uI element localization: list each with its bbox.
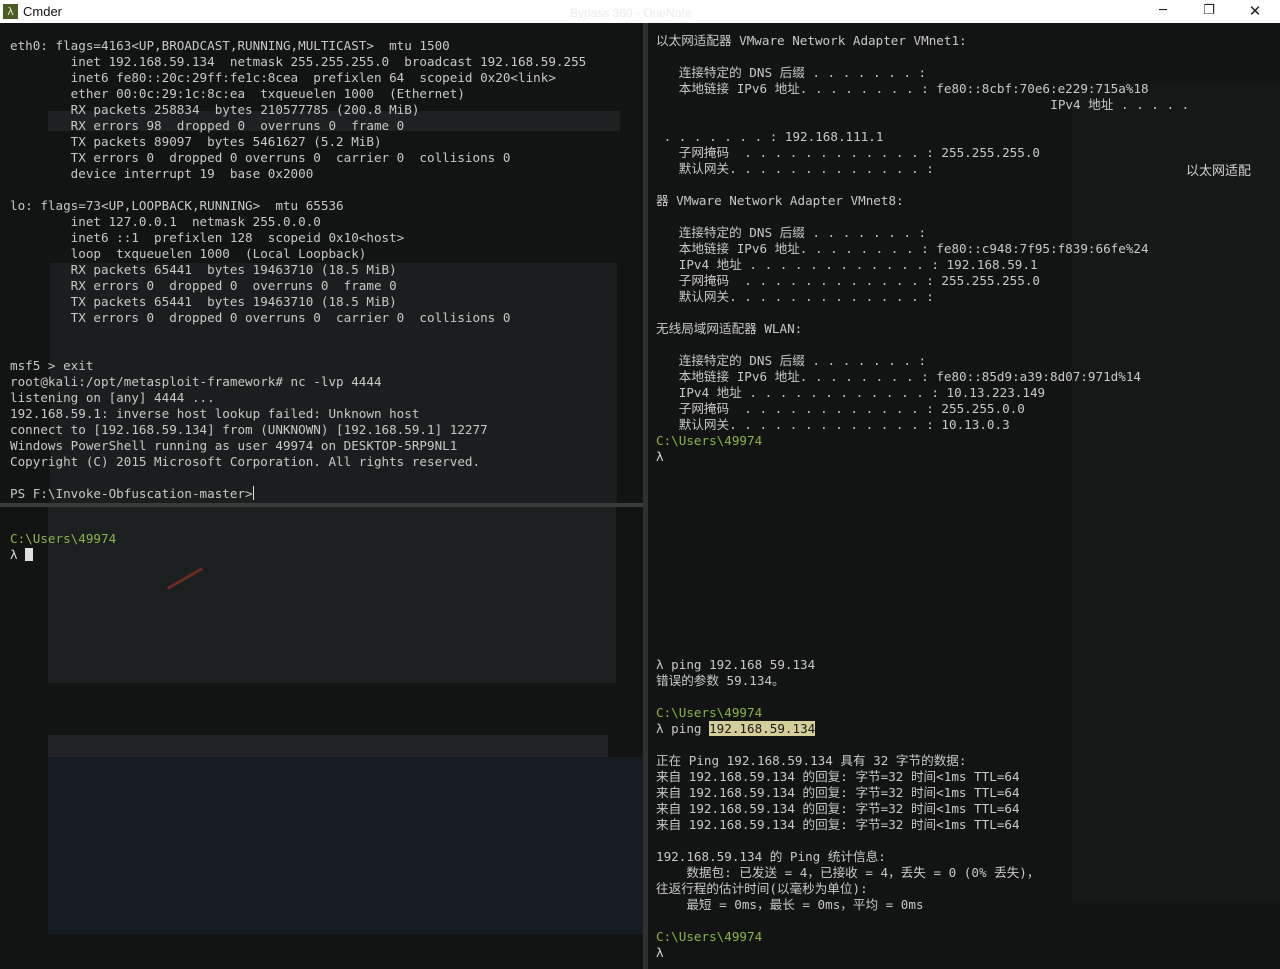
powershell-prompt: PS F:\Invoke-Obfuscation-master> (10, 486, 253, 501)
terminal-line: 本地链接 IPv6 地址. . . . . . . . : fe80::85d9… (656, 369, 1141, 384)
terminal-line: msf5 > exit (10, 358, 94, 373)
terminal-output: eth0: flags=4163<UP,BROADCAST,RUNNING,MU… (10, 38, 586, 502)
terminal-line: lo: flags=73<UP,LOOPBACK,RUNNING> mtu 65… (10, 198, 344, 213)
terminal-line: 子网掩码 . . . . . . . . . . . . : 255.255.0… (656, 401, 1025, 416)
ping-session: λ ping 192.168 59.134 错误的参数 59.134。 C:\U… (656, 657, 1039, 961)
terminal-line: RX packets 65441 bytes 19463710 (18.5 Mi… (10, 262, 397, 277)
terminal-line: connect to [192.168.59.134] from (UNKNOW… (10, 422, 488, 437)
terminal-line: 以太网适配器 VMware Network Adapter VMnet1: (656, 33, 967, 48)
terminal-line: RX errors 0 dropped 0 overruns 0 frame 0 (10, 278, 397, 293)
adapter-info: 以太网适配器 VMware Network Adapter VMnet1: 连接… (656, 33, 1189, 432)
terminal-line: RX errors 98 dropped 0 overruns 0 frame … (10, 118, 405, 133)
terminal-line: IPv4 地址 . . . . . . . . . . . . : 10.13.… (656, 385, 1046, 400)
ipconfig-output: 以太网适配器 VMware Network Adapter VMnet1: 连接… (656, 33, 1189, 433)
prompt-path: C:\Users\49974 (656, 433, 763, 448)
ping-result-line: 正在 Ping 192.168.59.134 具有 32 字节的数据: (656, 753, 967, 768)
terminal-line: Copyright (C) 2015 Microsoft Corporation… (10, 454, 481, 469)
ping-error-message: 错误的参数 59.134。 (656, 673, 785, 688)
prompt-lambda: λ (10, 547, 18, 562)
ping-command: λ ping (656, 721, 710, 736)
text-cursor (252, 486, 254, 500)
terminal-line: device interrupt 19 base 0x2000 (10, 166, 314, 181)
terminal-line: RX packets 258834 bytes 210577785 (200.8… (10, 102, 420, 117)
terminal-line: 子网掩码 . . . . . . . . . . . . : 255.255.2… (656, 273, 1040, 288)
prompt-block-1: C:\Users\49974 λ (656, 433, 762, 465)
ifconfig-output: eth0: flags=4163<UP,BROADCAST,RUNNING,MU… (10, 38, 586, 469)
terminal-line: TX errors 0 dropped 0 overruns 0 carrier… (10, 310, 511, 325)
ping-error-command: λ ping 192.168 59.134 (656, 657, 816, 672)
terminal-pane-bottom-left[interactable]: C:\Users\49974 λ (0, 507, 643, 969)
terminal-line: eth0: flags=4163<UP,BROADCAST,RUNNING,MU… (10, 38, 450, 53)
terminal-line: 连接特定的 DNS 后缀 . . . . . . . : (656, 225, 927, 240)
terminal-line: listening on [any] 4444 ... (10, 390, 215, 405)
terminal-line: TX packets 65441 bytes 19463710 (18.5 Mi… (10, 294, 397, 309)
terminal-prompt-block: C:\Users\49974 λ (10, 531, 116, 563)
prompt-lambda: λ (656, 449, 664, 464)
terminal-line: 默认网关. . . . . . . . . . . . . : 10.13.0.… (656, 417, 1010, 432)
ping-result-line: 192.168.59.134 的 Ping 统计信息: (656, 849, 886, 864)
ping-target-highlight: 192.168.59.134 (709, 721, 816, 736)
ping-result-line: 来自 192.168.59.134 的回复: 字节=32 时间<1ms TTL=… (656, 785, 1020, 800)
terminal-pane-right[interactable]: 以太网适配 以太网适配器 VMware Network Adapter VMne… (648, 23, 1280, 969)
terminal-line: inet6 fe80::20c:29ff:fe1c:8cea prefixlen… (10, 70, 556, 85)
terminal-line: 器 VMware Network Adapter VMnet8: (656, 193, 904, 208)
terminal-line: 连接特定的 DNS 后缀 . . . . . . . : (656, 353, 927, 368)
ping-result-line: 往返行程的估计时间(以毫秒为单位): (656, 881, 868, 896)
ping-result-line: 最短 = 0ms，最长 = 0ms，平均 = 0ms (656, 897, 924, 912)
terminal-line: inet 127.0.0.1 netmask 255.0.0.0 (10, 214, 321, 229)
block-cursor (25, 548, 34, 561)
maximize-button[interactable]: ❐ (1186, 0, 1232, 23)
ping-results: 正在 Ping 192.168.59.134 具有 32 字节的数据: 来自 1… (656, 753, 1039, 912)
terminal-line: root@kali:/opt/metasploit-framework# nc … (10, 374, 382, 389)
terminal-line: 无线局域网适配器 WLAN: (656, 321, 803, 336)
terminal-line: loop txqueuelen 1000 (Local Loopback) (10, 246, 367, 261)
prompt-path: C:\Users\49974 (10, 531, 117, 546)
background-ghost-layer (0, 507, 643, 969)
terminal-line: inet 192.168.59.134 netmask 255.255.255.… (10, 54, 587, 69)
terminal-line: 连接特定的 DNS 后缀 . . . . . . . : (656, 65, 927, 80)
ping-result-line: 数据包: 已发送 = 4，已接收 = 4，丢失 = 0 (0% 丢失)， (656, 865, 1040, 880)
cmder-logo-icon: λ (3, 4, 18, 19)
side-label: 以太网适配 (1186, 163, 1252, 178)
terminal-line: IPv4 地址 . . . . . . . . . . . . : 192.16… (656, 257, 1038, 272)
terminal-line: ether 00:0c:29:1c:8c:ea txqueuelen 1000 … (10, 86, 465, 101)
ping-result-line: 来自 192.168.59.134 的回复: 字节=32 时间<1ms TTL=… (656, 817, 1020, 832)
terminal-line: 默认网关. . . . . . . . . . . . . : (656, 289, 934, 304)
terminal-line: 本地链接 IPv6 地址. . . . . . . . : fe80::8cbf… (656, 81, 1149, 96)
app-title: Cmder (23, 4, 63, 19)
close-button[interactable]: ✕ (1232, 0, 1278, 23)
ping-result-line: 来自 192.168.59.134 的回复: 字节=32 时间<1ms TTL=… (656, 769, 1020, 784)
terminal-line: 本地链接 IPv6 地址. . . . . . . . : fe80::c948… (656, 241, 1149, 256)
background-window-title: Bypass 360 - OneNote (570, 6, 692, 20)
prompt-path: C:\Users\49974 (656, 929, 763, 944)
terminal-line: inet6 ::1 prefixlen 128 scopeid 0x10<hos… (10, 230, 405, 245)
terminal-pane-top-left[interactable]: eth0: flags=4163<UP,BROADCAST,RUNNING,MU… (0, 23, 643, 503)
terminal-line: . . . . . . . : 192.168.111.1 (656, 129, 884, 144)
minimize-button[interactable]: ─ (1140, 0, 1186, 23)
ghost-encoding-panel (48, 507, 616, 683)
window-titlebar: λ Cmder Bypass 360 - OneNote ─ ❐ ✕ (0, 0, 1280, 24)
prompt-path: C:\Users\49974 (656, 705, 763, 720)
terminal-line: 192.168.59.1: inverse host lookup failed… (10, 406, 420, 421)
ghost-powershell-window (48, 757, 643, 934)
terminal-line: TX errors 0 dropped 0 overruns 0 carrier… (10, 150, 511, 165)
terminal-line: Windows PowerShell running as user 49974… (10, 438, 458, 453)
terminal-line: TX packets 89097 bytes 5461627 (5.2 MiB) (10, 134, 382, 149)
ghost-powershell-titlebar (48, 735, 608, 757)
terminal-line: 子网掩码 . . . . . . . . . . . . : 255.255.2… (656, 145, 1040, 160)
ping-result-line: 来自 192.168.59.134 的回复: 字节=32 时间<1ms TTL=… (656, 801, 1020, 816)
terminal-line: 默认网关. . . . . . . . . . . . . : (656, 161, 934, 176)
prompt-lambda: λ (656, 945, 664, 960)
terminal-line: IPv4 地址 . . . . . (656, 97, 1190, 112)
